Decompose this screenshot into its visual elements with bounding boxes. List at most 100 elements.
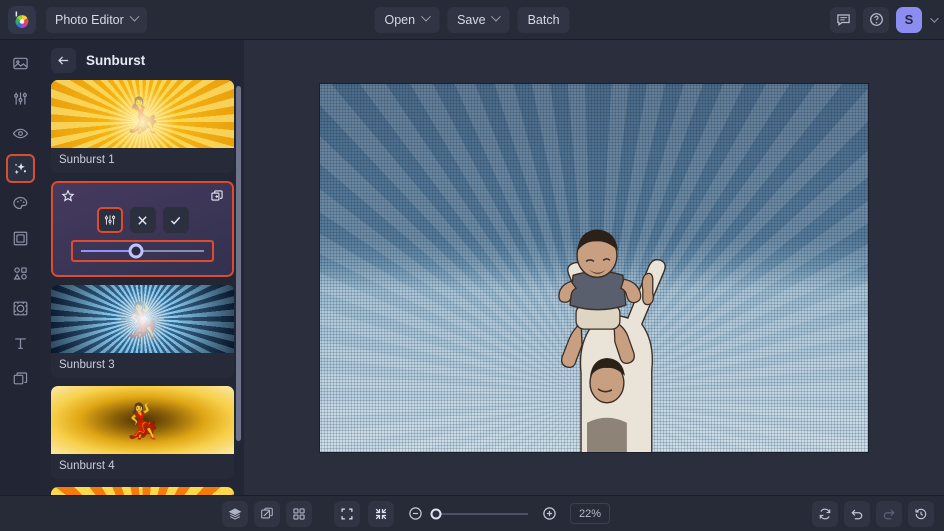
back-button[interactable] [51, 47, 76, 73]
bottom-left-tools [222, 500, 312, 527]
history-controls [812, 500, 934, 527]
sidebar-item-graphics[interactable] [6, 259, 35, 288]
duplicate-icon[interactable] [210, 189, 224, 203]
effect-thumbnail: 💃 [51, 386, 234, 454]
photo-subjects [558, 228, 666, 452]
actual-size-icon[interactable] [367, 500, 394, 527]
undo-icon[interactable] [844, 500, 870, 527]
chat-icon[interactable] [830, 6, 856, 33]
chevron-down-icon [129, 11, 140, 22]
list-item-label: Sunburst 4 [59, 460, 115, 472]
list-item[interactable]: 💃 Sunburst 3 [51, 285, 234, 378]
slider-knob[interactable] [128, 243, 144, 259]
fit-screen-icon[interactable] [333, 500, 360, 527]
palette-icon [13, 196, 28, 210]
tool-rail [0, 40, 41, 495]
close-icon [138, 215, 147, 225]
effect-thumbnail: 💃 [51, 80, 234, 148]
effect-thumbnail-selected [53, 183, 232, 275]
sidebar-item-touch-up[interactable] [6, 119, 35, 148]
zoom-level-value[interactable]: 22% [569, 503, 611, 524]
sparkles-icon [14, 163, 27, 175]
layers-icon [13, 372, 28, 385]
app-body: Sunburst 💃 Sunburst 1 💃 Sunburst 3 💃 Sun… [0, 40, 944, 495]
effect-action-buttons [53, 207, 232, 233]
sidebar-item-image-manager[interactable] [6, 49, 35, 78]
top-right-controls: S [830, 6, 939, 33]
panel-header: Sunburst [41, 40, 244, 80]
star-icon[interactable] [61, 189, 75, 203]
reset-icon[interactable] [812, 500, 838, 527]
canvas-image[interactable] [319, 82, 869, 453]
open-button-label: Open [384, 12, 416, 27]
overlay-icon [13, 301, 28, 316]
sidebar-item-edit[interactable] [6, 84, 35, 113]
figure-silhouette-icon: 💃 [121, 96, 164, 135]
list-item[interactable]: 💃 Sunburst 1 [51, 80, 234, 173]
avatar[interactable]: S [896, 6, 922, 33]
save-button-label: Save [457, 12, 486, 27]
zoom-in-icon[interactable] [536, 501, 562, 527]
history-icon[interactable] [908, 500, 934, 527]
save-button[interactable]: Save [447, 6, 510, 33]
slider-track[interactable] [81, 243, 204, 259]
list-item-label: Sunburst 3 [59, 359, 115, 371]
frame-icon [13, 231, 28, 246]
zoom-slider-knob[interactable] [430, 508, 442, 519]
app-switcher[interactable]: Photo Editor [46, 6, 147, 33]
sidebar-item-overlays[interactable] [6, 294, 35, 323]
figure-silhouette-icon: 💃 [121, 402, 164, 441]
open-button[interactable]: Open [374, 6, 440, 33]
effect-options-overlay [53, 183, 232, 275]
list-item[interactable]: 💃 Sunburst 5 [51, 487, 234, 495]
list-item[interactable]: 💃 Sunburst 4 [51, 386, 234, 479]
list-item-selected[interactable] [51, 181, 234, 277]
list-item-label: Sunburst 1 [59, 154, 115, 166]
sidebar-item-text[interactable] [6, 329, 35, 358]
text-icon [15, 338, 26, 349]
sidebar-item-effects[interactable] [6, 154, 35, 183]
logo-circle-icon [15, 11, 29, 28]
top-bar: Photo Editor Open Save Batch S [0, 0, 944, 40]
photo-editor-app: Photo Editor Open Save Batch S Sunburst … [0, 0, 944, 531]
batch-button-label: Batch [527, 12, 560, 27]
compare-icon[interactable] [254, 500, 280, 527]
chevron-down-icon [420, 11, 431, 22]
zoom-slider[interactable] [430, 508, 528, 519]
image-icon [13, 57, 28, 70]
page-title: Sunburst [86, 52, 146, 68]
effects-list[interactable]: 💃 Sunburst 1 💃 Sunburst 3 💃 Sunburst 4 [41, 80, 244, 495]
sidebar-item-frames[interactable] [6, 224, 35, 253]
redo-icon[interactable] [876, 500, 902, 527]
account-chevron-down-icon[interactable] [930, 13, 939, 23]
canvas-area[interactable] [244, 40, 944, 495]
back-arrow-icon [58, 56, 69, 64]
sidebar-item-artsy[interactable] [6, 189, 35, 218]
help-icon[interactable] [863, 6, 889, 33]
befunky-logo[interactable] [8, 5, 36, 34]
effect-settings-button[interactable] [96, 207, 123, 233]
effect-thumbnail: 💃 [51, 487, 234, 495]
grid-icon[interactable] [286, 500, 312, 527]
zoom-controls: 22% [333, 500, 611, 527]
panel-scrollbar[interactable] [236, 86, 241, 441]
check-icon [170, 216, 181, 225]
figure-silhouette-icon: 💃 [121, 301, 164, 340]
top-action-buttons: Open Save Batch [374, 6, 570, 33]
layers-icon[interactable] [222, 500, 248, 527]
effects-panel: Sunburst 💃 Sunburst 1 💃 Sunburst 3 💃 Sun… [41, 40, 244, 495]
zoom-out-icon[interactable] [402, 501, 428, 527]
effect-cancel-button[interactable] [129, 207, 156, 233]
eye-icon [12, 128, 29, 139]
sliders-icon [104, 215, 115, 225]
chevron-down-icon [491, 11, 502, 22]
effect-thumbnail: 💃 [51, 285, 234, 353]
bottom-bar: 22% [0, 495, 944, 531]
effect-apply-button[interactable] [162, 207, 189, 233]
sidebar-item-layers[interactable] [6, 364, 35, 393]
app-switcher-label: Photo Editor [55, 12, 124, 27]
effect-strength-slider[interactable] [71, 240, 214, 262]
batch-button[interactable]: Batch [517, 6, 570, 33]
shapes-icon [13, 267, 27, 280]
sliders-icon [14, 92, 27, 105]
